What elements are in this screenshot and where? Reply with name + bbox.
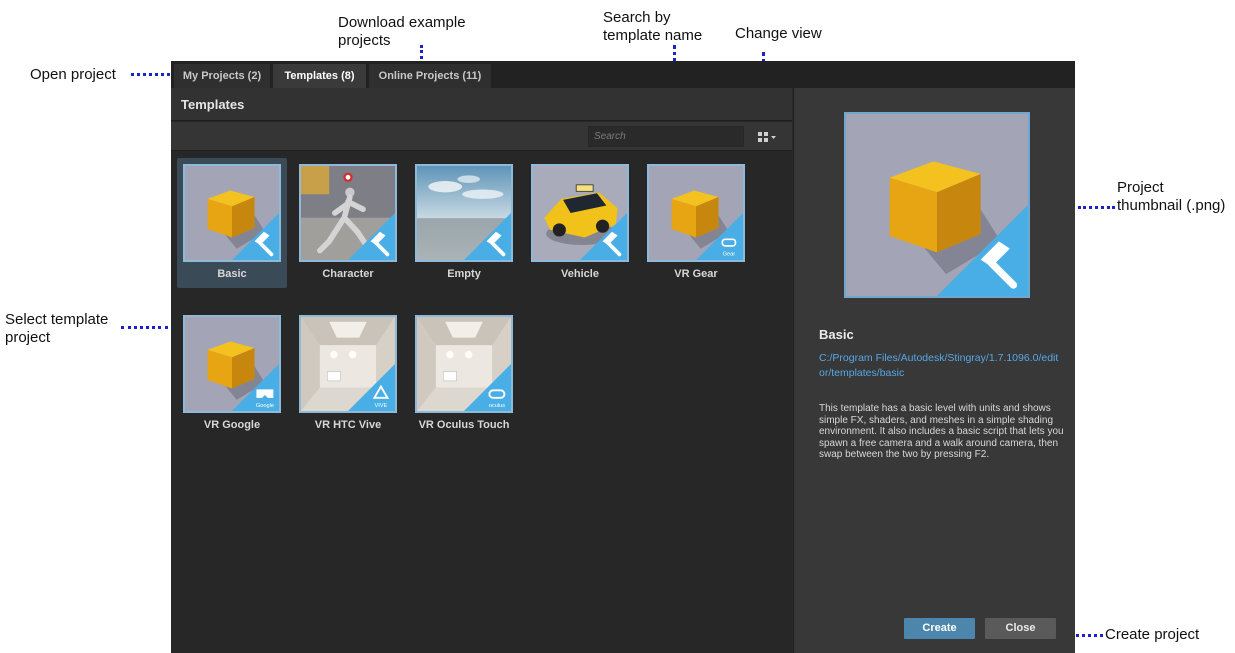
- callout-open-project-pointer: [131, 73, 170, 76]
- callout-download-pointer: [420, 45, 423, 59]
- template-path-link[interactable]: C:/Program Files/Autodesk/Stingray/1.7.1…: [819, 351, 1059, 381]
- project-thumbnail: [844, 112, 1030, 298]
- templates-header: Templates: [171, 88, 792, 121]
- template-label: VR Gear: [674, 268, 718, 280]
- template-tile-empty[interactable]: Empty: [409, 158, 519, 288]
- template-tile-vr-htc-vive[interactable]: VIVE VR HTC Vive: [293, 309, 403, 439]
- grid-view-icon[interactable]: [755, 129, 779, 145]
- template-label: VR HTC Vive: [314, 419, 382, 431]
- template-thumbnail: [183, 164, 281, 262]
- template-tile-character[interactable]: Character: [293, 158, 403, 288]
- templates-panel: Templates Basic: [171, 88, 792, 653]
- template-label: Empty: [447, 268, 481, 280]
- templates-title: Templates: [181, 97, 245, 112]
- template-description: This template has a basic level with uni…: [819, 403, 1064, 460]
- templates-toolbar: [171, 122, 792, 151]
- callout-search-line1: Search by: [603, 9, 671, 26]
- hammer-badge-icon: [533, 166, 627, 260]
- hammer-badge-icon: [417, 166, 511, 260]
- project-manager-window: My Projects (2) Templates (8) Online Pro…: [171, 61, 1075, 653]
- callout-select-line1: Select template: [5, 311, 109, 328]
- callout-download-example-projects: Download example projects: [338, 14, 466, 50]
- template-thumbnail: oculus: [415, 315, 513, 413]
- gear-badge-icon: Gear: [649, 166, 743, 260]
- hammer-badge-icon: [301, 166, 395, 260]
- template-thumbnail: [415, 164, 513, 262]
- svg-text:VIVE: VIVE: [374, 403, 387, 409]
- callout-search-line2: template name: [603, 27, 703, 44]
- create-button[interactable]: Create: [904, 618, 975, 639]
- template-thumbnail: [299, 164, 397, 262]
- tab-templates[interactable]: Templates (8): [273, 64, 366, 88]
- tab-my-projects[interactable]: My Projects (2): [174, 64, 270, 88]
- callout-create-project: Create project: [1105, 626, 1200, 643]
- search-input[interactable]: [588, 126, 744, 147]
- template-tile-vehicle[interactable]: Vehicle: [525, 158, 635, 288]
- template-tile-vr-google[interactable]: Google VR Google: [177, 309, 287, 439]
- callout-thumbnail-line2: thumbnail (.png): [1117, 197, 1226, 214]
- template-tile-vr-oculus-touch[interactable]: oculus VR Oculus Touch: [409, 309, 519, 439]
- callout-search-by-template-name: Search by template name: [603, 9, 702, 45]
- template-tile-basic[interactable]: Basic: [177, 158, 287, 288]
- close-button[interactable]: Close: [985, 618, 1056, 639]
- project-tabs: My Projects (2) Templates (8) Online Pro…: [171, 61, 1075, 88]
- template-thumbnail: Gear: [647, 164, 745, 262]
- callout-select-line2: project: [5, 329, 51, 346]
- callout-download-line2: projects: [338, 32, 391, 49]
- callout-thumbnail-line1: Project: [1117, 179, 1164, 196]
- callout-change-view: Change view: [735, 25, 822, 42]
- vive-badge-icon: VIVE: [301, 317, 395, 411]
- callout-download-line1: Download example: [338, 14, 466, 31]
- template-label: Character: [322, 268, 374, 280]
- callout-project-thumbnail: Project thumbnail (.png): [1117, 179, 1225, 215]
- template-label: VR Google: [203, 419, 261, 431]
- template-thumbnail: VIVE: [299, 315, 397, 413]
- tab-online-projects[interactable]: Online Projects (11): [369, 64, 491, 88]
- template-tile-vr-gear[interactable]: Gear VR Gear: [641, 158, 751, 288]
- svg-text:Gear: Gear: [723, 251, 736, 257]
- details-panel: Basic C:/Program Files/Autodesk/Stingray…: [793, 88, 1075, 653]
- google-badge-icon: Google: [185, 317, 279, 411]
- callout-select-pointer: [121, 326, 168, 329]
- callout-thumbnail-pointer: [1078, 206, 1115, 209]
- template-thumbnail: Google: [183, 315, 281, 413]
- callout-open-project: Open project: [30, 66, 116, 83]
- oculus-badge-icon: oculus: [417, 317, 511, 411]
- template-label: Basic: [217, 268, 247, 280]
- template-label: VR Oculus Touch: [418, 419, 510, 431]
- svg-text:Google: Google: [256, 403, 274, 409]
- svg-text:oculus: oculus: [489, 403, 505, 409]
- callout-select-template-project: Select template project: [5, 311, 108, 347]
- selected-template-name: Basic: [819, 327, 854, 342]
- template-label: Vehicle: [561, 268, 599, 280]
- hammer-icon: [846, 114, 1028, 296]
- hammer-badge-icon: [185, 166, 279, 260]
- template-thumbnail: [531, 164, 629, 262]
